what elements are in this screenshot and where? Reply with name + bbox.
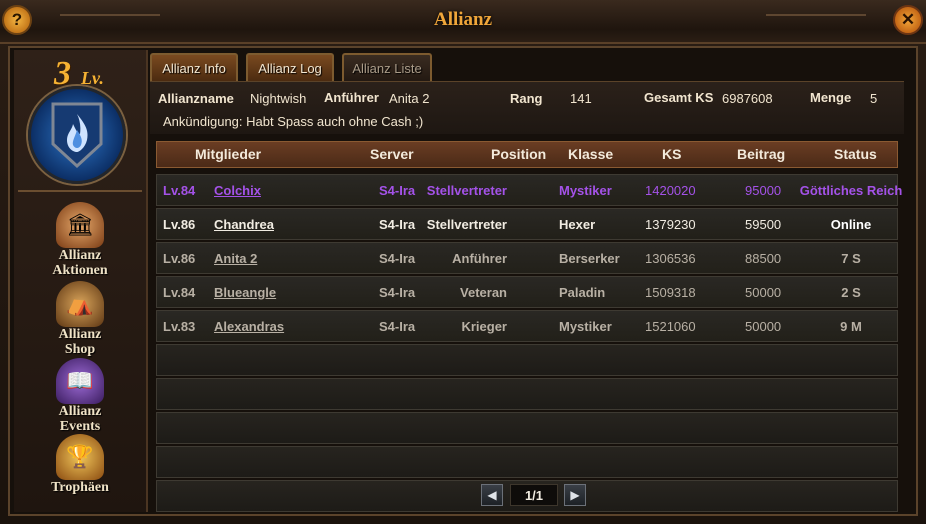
name-value: Nightwish	[250, 91, 307, 106]
events-icon: 📖	[56, 358, 104, 404]
table-row[interactable]: Lv.84 Blueangle S4-Ira Veteran Paladin 150931…	[156, 276, 898, 308]
sidebar-item-shop[interactable]: ⛺ Allianz Shop	[22, 281, 138, 357]
window-title: Allianz	[433, 9, 493, 30]
name-label: Allianzname	[158, 91, 234, 106]
cell-ks: 1420020	[645, 183, 696, 198]
chest-icon: 🏛	[56, 202, 104, 248]
sidebar-label-line1: Trophäen	[51, 480, 109, 495]
sidebar-item-aktionen[interactable]: 🏛 Allianz Aktionen	[22, 202, 138, 278]
tab-allianz-log[interactable]: Allianz Log	[246, 53, 334, 81]
leader-value: Anita 2	[389, 91, 430, 106]
cell-beitrag: 50000	[745, 319, 782, 334]
cell-level: Lv.86	[163, 251, 196, 266]
cell-status: 2 S	[841, 285, 861, 300]
cell-name[interactable]: Blueangle	[214, 285, 276, 300]
cell-ks: 1306536	[645, 251, 696, 266]
header-mitglieder[interactable]: Mitglieder	[195, 146, 261, 162]
cell-beitrag: 88500	[745, 251, 782, 266]
alliance-window: Allianz ? ✕ 3 Lv. 🏛 Allianz Aktionen ⛺ A…	[0, 0, 926, 524]
total-ks-value: 6987608	[722, 91, 773, 106]
rank-label: Rang	[510, 91, 543, 106]
cell-beitrag: 59500	[745, 217, 782, 232]
cell-status: Online	[830, 217, 872, 232]
table-row[interactable]: Lv.83 Alexandras S4-Ira Krieger Mystiker 1521…	[156, 310, 898, 342]
cell-name[interactable]: Anita 2	[214, 251, 257, 266]
close-icon[interactable]: ✕	[893, 5, 923, 35]
sidebar-label-line1: Allianz	[58, 404, 102, 419]
next-page-button[interactable]: ▶	[564, 484, 586, 506]
cell-klasse: Berserker	[559, 251, 620, 266]
flame-shield-icon	[51, 102, 103, 169]
sidebar-label-line2: Aktionen	[52, 263, 108, 278]
cell-status: Göttliches Reich	[799, 183, 903, 198]
cell-level: Lv.84	[163, 285, 196, 300]
cell-beitrag: 95000	[745, 183, 782, 198]
count-value: 5	[870, 91, 878, 106]
cell-position: Stellvertreter	[426, 217, 507, 232]
table-row[interactable]: Lv.86 Anita 2 S4-Ira Anführer Berserker 13065…	[156, 242, 898, 274]
header-beitrag[interactable]: Beitrag	[737, 146, 785, 162]
sidebar-label-line2: Shop	[64, 342, 96, 357]
cell-level: Lv.83	[163, 319, 196, 334]
total-ks-label: Gesamt KS	[644, 90, 714, 105]
cell-name[interactable]: Chandrea	[214, 217, 274, 232]
cell-ks: 1509318	[645, 285, 696, 300]
cell-position: Stellvertreter	[426, 183, 507, 198]
tab-allianz-info[interactable]: Allianz Info	[150, 53, 238, 81]
sidebar-item-label: Allianz Aktionen	[22, 248, 138, 278]
sidebar-label-line2: Events	[59, 419, 101, 434]
cell-status: 9 M	[840, 319, 862, 334]
page-indicator: 1/1	[510, 484, 558, 506]
trophy-icon: 🏆	[56, 434, 104, 480]
sidebar-item-trophaeen[interactable]: 🏆 Trophäen	[22, 434, 138, 508]
header-server[interactable]: Server	[370, 146, 414, 162]
empty-table-row	[156, 378, 898, 410]
sidebar-item-label: Allianz Shop	[22, 327, 138, 357]
cell-position: Anführer	[452, 251, 507, 266]
sidebar-item-label: Trophäen	[22, 480, 138, 495]
count-label: Menge	[810, 90, 852, 105]
cell-klasse: Hexer	[559, 217, 596, 232]
empty-table-row	[156, 446, 898, 478]
cell-position: Krieger	[461, 319, 507, 334]
alliance-emblem	[28, 86, 126, 184]
header-position[interactable]: Position	[491, 146, 546, 162]
header-status[interactable]: Status	[834, 146, 877, 162]
empty-table-row	[156, 344, 898, 376]
cell-ks: 1521060	[645, 319, 696, 334]
cell-status: 7 S	[841, 251, 861, 266]
help-icon[interactable]: ?	[2, 5, 32, 35]
table-row[interactable]: Lv.84 Colchix S4-Ira Stellvertreter Mystiker…	[156, 174, 902, 206]
cell-level: Lv.86	[163, 217, 196, 232]
sidebar-label-line1: Allianz	[58, 248, 102, 263]
cell-klasse: Mystiker	[559, 319, 612, 334]
sidebar-item-label: Allianz Events	[22, 404, 138, 434]
cell-klasse: Paladin	[559, 285, 606, 300]
leader-label: Anführer	[324, 90, 379, 105]
title-bar: Allianz	[0, 0, 926, 44]
sidebar-label-line1: Allianz	[58, 327, 102, 342]
cell-beitrag: 50000	[745, 285, 782, 300]
tab-allianz-liste[interactable]: Allianz Liste	[342, 53, 432, 81]
members-table-header: Mitglieder Server Position Klasse KS Bei…	[156, 141, 898, 168]
cell-name[interactable]: Colchix	[214, 183, 261, 198]
header-ks[interactable]: KS	[662, 146, 681, 162]
cell-position: Veteran	[460, 285, 507, 300]
table-row[interactable]: Lv.86 Chandrea S4-Ira Stellvertreter Hexer 13…	[156, 208, 898, 240]
sidebar-item-events[interactable]: 📖 Allianz Events	[22, 358, 138, 434]
shop-icon: ⛺	[56, 281, 104, 327]
cell-name[interactable]: Alexandras	[214, 319, 284, 334]
announcement: Ankündigung: Habt Spass auch ohne Cash ;…	[163, 114, 424, 129]
prev-page-button[interactable]: ◀	[481, 484, 503, 506]
cell-klasse: Mystiker	[559, 183, 612, 198]
cell-ks: 1379230	[645, 217, 696, 232]
header-klasse[interactable]: Klasse	[568, 146, 613, 162]
left-divider	[18, 190, 142, 192]
empty-table-row	[156, 412, 898, 444]
rank-value: 141	[570, 91, 592, 106]
cell-level: Lv.84	[163, 183, 196, 198]
